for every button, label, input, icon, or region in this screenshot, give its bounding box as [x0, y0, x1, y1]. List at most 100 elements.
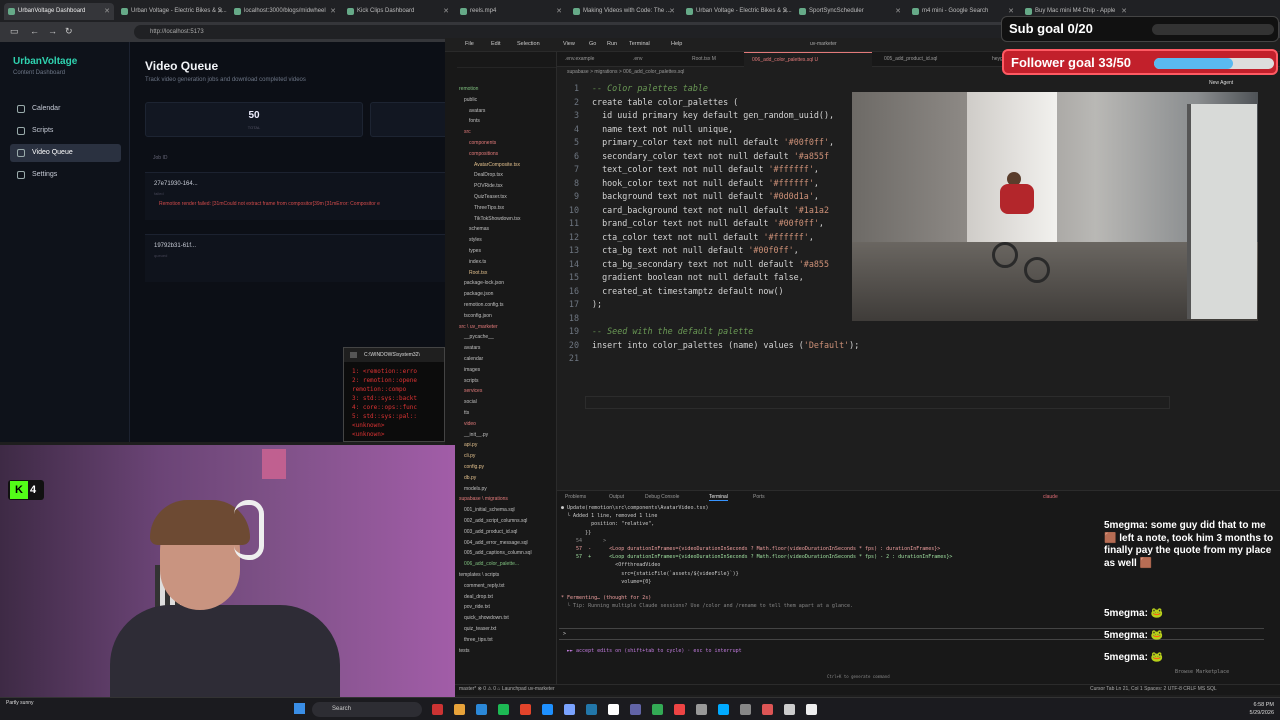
menu-item[interactable]: File [465, 41, 474, 47]
browser-tab[interactable]: SportSyncScheduler ✕ [795, 3, 905, 20]
taskbar-app-icon[interactable] [652, 704, 663, 715]
taskbar-app-icon[interactable] [740, 704, 751, 715]
explorer-item[interactable]: 006_add_color_palette... [464, 561, 519, 567]
status-right[interactable]: Cursor Tab Ln 21, Col 1 Spaces: 2 UTF-8 … [1090, 686, 1217, 692]
reload-icon[interactable]: ↻ [65, 26, 73, 37]
explorer-item[interactable]: quick_showdown.txt [464, 615, 509, 621]
explorer-item[interactable]: quiz_teaser.txt [464, 626, 496, 632]
explorer-item[interactable]: public [464, 97, 477, 103]
menu-item[interactable]: View [563, 41, 575, 47]
explorer-item[interactable]: templates \ scripts [459, 572, 499, 578]
explorer-item[interactable]: POVRide.tsx [474, 183, 503, 189]
explorer-item[interactable]: remotion.config.ts [464, 302, 503, 308]
browser-tab[interactable]: Urban Voltage - Electric Bikes & S... ✕ [682, 3, 792, 20]
taskbar-app-icon[interactable] [476, 704, 487, 715]
menu-item[interactable]: Edit [491, 41, 500, 47]
explorer-item[interactable]: images [464, 367, 480, 373]
panel-tab-debug-console[interactable]: Debug Console [645, 494, 679, 500]
close-tab-icon[interactable]: ✕ [217, 3, 223, 20]
sidebar-toggle-icon[interactable]: ▭ [10, 26, 19, 37]
explorer-item[interactable]: schemas [469, 226, 489, 232]
explorer-item[interactable]: social [464, 399, 477, 405]
back-icon[interactable]: ← [30, 26, 39, 36]
sidebar-item[interactable]: Scripts [10, 122, 121, 140]
explorer-item[interactable]: components [469, 140, 496, 146]
panel-tab-ports[interactable]: Ports [753, 494, 765, 500]
explorer-item[interactable]: tts [464, 410, 469, 416]
explorer-item[interactable]: cli.py [464, 453, 475, 459]
job-row[interactable]: 19792b31-61f... queued [145, 234, 445, 282]
taskbar-app-icon[interactable] [432, 704, 443, 715]
browser-tab[interactable]: Kick Clips Dashboard ✕ [343, 3, 453, 20]
explorer-item[interactable]: package.json [464, 291, 493, 297]
editor-tab[interactable]: 005_add_product_id.sql [876, 52, 980, 67]
explorer-item[interactable]: Root.tsx [469, 270, 487, 276]
panel-tab-output[interactable]: Output [609, 494, 624, 500]
taskbar-app-icon[interactable] [718, 704, 729, 715]
explorer-item[interactable]: scripts [464, 378, 478, 384]
status-left[interactable]: master* ⊗ 0 ⚠ 0 ⌂ Launchpad uv-marketer [459, 686, 555, 692]
menu-item[interactable]: Run [607, 41, 617, 47]
explorer-item[interactable]: api.py [464, 442, 477, 448]
new-agent-label[interactable]: New Agent [1209, 80, 1233, 86]
menu-item[interactable]: Go [589, 41, 596, 47]
sidebar-item[interactable]: Settings [10, 166, 121, 184]
explorer-item[interactable]: db.py [464, 475, 476, 481]
taskbar-app-icon[interactable] [520, 704, 531, 715]
taskbar-app-icon[interactable] [696, 704, 707, 715]
explorer-item[interactable]: DealDrop.tsx [474, 172, 503, 178]
taskbar-app-icon[interactable] [564, 704, 575, 715]
browser-tab[interactable]: Making Videos with Code: The ... ✕ [569, 3, 679, 20]
explorer-item[interactable]: types [469, 248, 481, 254]
taskbar-app-icon[interactable] [454, 704, 465, 715]
explorer-item[interactable]: 002_add_script_columns.sql [464, 518, 527, 524]
explorer-item[interactable]: tests [459, 648, 470, 654]
editor-tab[interactable]: 006_add_color_palettes.sql U [744, 52, 872, 67]
forward-icon[interactable]: → [48, 26, 57, 36]
taskbar-app-icon[interactable] [784, 704, 795, 715]
close-tab-icon[interactable]: ✕ [330, 3, 336, 20]
explorer-item[interactable]: video [464, 421, 476, 427]
close-tab-icon[interactable]: ✕ [443, 3, 449, 20]
explorer-item[interactable]: __pycache__ [464, 334, 494, 340]
explorer-item[interactable]: models.py [464, 486, 487, 492]
browser-tab[interactable]: UrbanVoltage Dashboard ✕ [4, 3, 114, 20]
sidebar-item[interactable]: Video Queue [10, 144, 121, 162]
explorer-item[interactable]: ThreeTips.tsx [474, 205, 504, 211]
explorer-item[interactable]: three_tips.txt [464, 637, 493, 643]
explorer-item[interactable]: comment_reply.txt [464, 583, 504, 589]
explorer-item[interactable]: deal_drop.txt [464, 594, 493, 600]
explorer-item[interactable]: compositions [469, 151, 498, 157]
browser-tab[interactable]: localhost:3000/blogs/midwheel ✕ [230, 3, 340, 20]
menu-item[interactable]: Help [671, 41, 682, 47]
job-row[interactable]: 27e71930-164... failed Remotion render f… [145, 172, 445, 220]
explorer-item[interactable]: AvatarComposite.tsx [474, 162, 520, 168]
close-tab-icon[interactable]: ✕ [895, 3, 901, 20]
explorer-item[interactable]: styles [469, 237, 482, 243]
explorer-item[interactable]: services [464, 388, 482, 394]
taskbar-app-icon[interactable] [674, 704, 685, 715]
editor-tab[interactable]: .env [625, 52, 680, 67]
explorer-item[interactable]: package-lock.json [464, 280, 504, 286]
close-tab-icon[interactable]: ✕ [556, 3, 562, 20]
editor-tab[interactable]: Root.tsx M [684, 52, 740, 67]
taskbar-app-icon[interactable] [608, 704, 619, 715]
taskbar-app-icon[interactable] [762, 704, 773, 715]
start-icon[interactable] [294, 703, 305, 714]
explorer-item[interactable]: config.py [464, 464, 484, 470]
explorer-item[interactable]: 001_initial_schema.sql [464, 507, 515, 513]
menu-item[interactable]: Selection [517, 41, 540, 47]
browser-tab[interactable]: reels.mp4 ✕ [456, 3, 566, 20]
weather-widget[interactable]: Partly sunny [6, 700, 34, 706]
explorer-item[interactable]: QuizTeaser.tsx [474, 194, 507, 200]
explorer-item[interactable]: TikTokShowdown.tsx [474, 216, 521, 222]
explorer-item[interactable]: __init__.py [464, 432, 488, 438]
explorer-item[interactable]: avatars [464, 345, 480, 351]
system-tray[interactable]: 6:58 PM 5/29/2026 [1250, 701, 1274, 717]
explorer-item[interactable]: remotion [459, 86, 478, 92]
explorer-item[interactable]: fonts [469, 118, 480, 124]
explorer-item[interactable]: src \ uv_marketer [459, 324, 498, 330]
menu-item[interactable]: Terminal [629, 41, 650, 47]
taskbar-app-icon[interactable] [806, 704, 817, 715]
address-bar[interactable]: http://localhost:5173 [134, 25, 1014, 39]
